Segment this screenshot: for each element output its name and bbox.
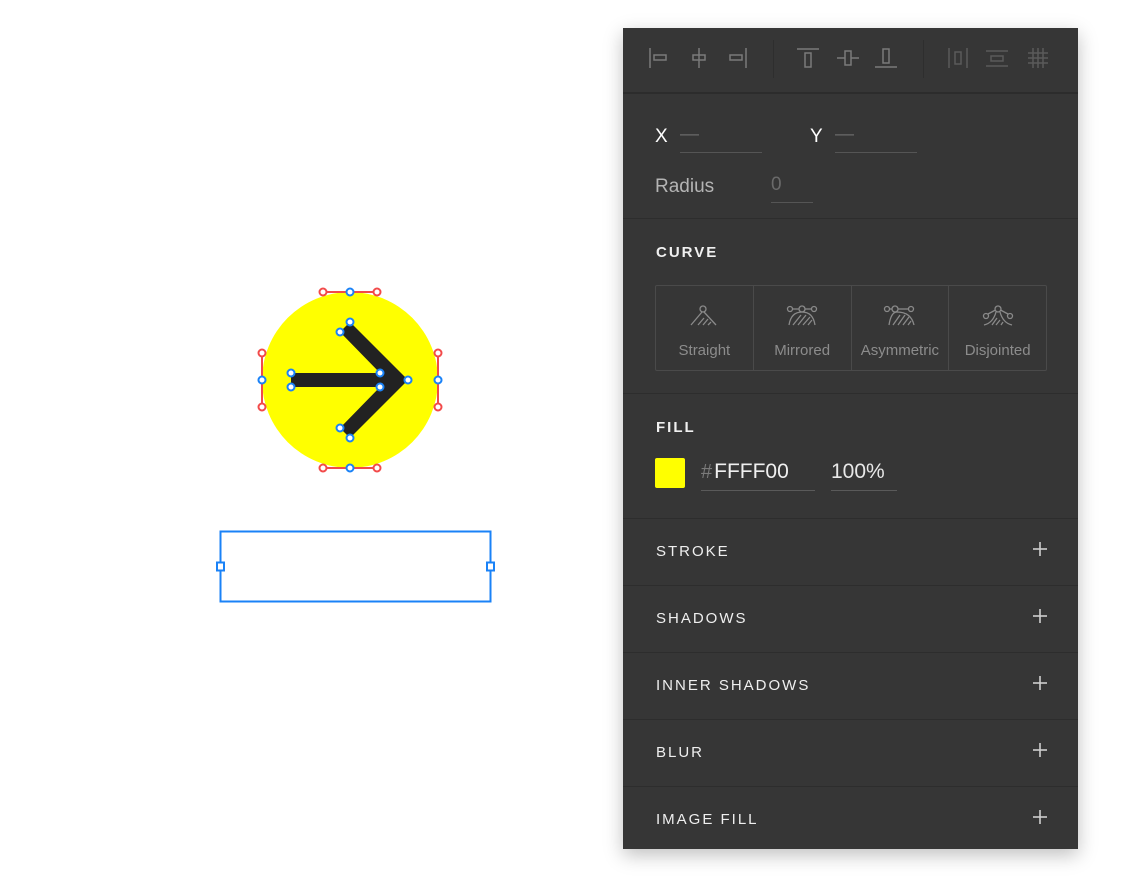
- anchor-point[interactable]: [286, 368, 296, 378]
- curve-option-disjointed[interactable]: Disjointed: [949, 286, 1046, 370]
- curve-option-straight[interactable]: Straight: [656, 286, 754, 370]
- curve-option-label: Asymmetric: [860, 342, 940, 359]
- collapsible-sections: STROKE SHADOWS INNER SHADOWS BLUR IMAGE …: [623, 519, 1078, 853]
- anchor-point[interactable]: [433, 375, 443, 385]
- curve-title: CURVE: [656, 244, 719, 261]
- toolbar-divider: [773, 40, 774, 78]
- image-fill-section[interactable]: IMAGE FILL: [623, 787, 1078, 853]
- distribute-horizontal-icon[interactable]: [945, 45, 971, 71]
- handle-point[interactable]: [433, 348, 443, 358]
- anchor-point[interactable]: [335, 327, 345, 337]
- plus-icon[interactable]: [1032, 742, 1048, 758]
- section-label: STROKE: [656, 543, 730, 560]
- align-right-icon[interactable]: [723, 45, 749, 71]
- grid-icon[interactable]: [1025, 45, 1051, 71]
- plus-icon[interactable]: [1032, 675, 1048, 691]
- resize-handle-right[interactable]: [486, 561, 495, 572]
- resize-handle-left[interactable]: [216, 561, 225, 572]
- position-section: X — Y — Radius 0: [623, 94, 1078, 219]
- radius-label: Radius: [655, 176, 715, 197]
- handle-point[interactable]: [433, 402, 443, 412]
- canvas-artwork: [216, 287, 495, 603]
- section-label: IMAGE FILL: [656, 811, 759, 828]
- align-left-icon[interactable]: [647, 45, 673, 71]
- mirrored-curve-icon: [786, 305, 818, 326]
- curve-option-mirrored[interactable]: Mirrored: [754, 286, 852, 370]
- distribute-vertical-icon[interactable]: [984, 45, 1010, 71]
- curve-section: CURVE Straight Mirrored Asymmetric Disjo…: [623, 219, 1078, 394]
- align-bottom-icon[interactable]: [873, 45, 899, 71]
- handle-point[interactable]: [372, 463, 382, 473]
- plus-icon[interactable]: [1032, 809, 1048, 825]
- fill-hex-value: FFFF00: [714, 460, 789, 483]
- curve-option-label: Mirrored: [774, 342, 831, 359]
- fill-opacity-input[interactable]: 100%: [831, 454, 897, 491]
- x-label: X: [655, 126, 668, 147]
- plus-icon[interactable]: [1032, 541, 1048, 557]
- anchor-point[interactable]: [257, 375, 267, 385]
- handle-point[interactable]: [257, 348, 267, 358]
- handle-point[interactable]: [257, 402, 267, 412]
- handle-point[interactable]: [372, 287, 382, 297]
- align-horizontal-center-icon[interactable]: [686, 45, 712, 71]
- asymmetric-curve-icon: [883, 305, 915, 326]
- stroke-section[interactable]: STROKE: [623, 519, 1078, 586]
- design-canvas[interactable]: [0, 0, 620, 880]
- anchor-point[interactable]: [375, 368, 385, 378]
- inner-shadows-section[interactable]: INNER SHADOWS: [623, 653, 1078, 720]
- anchor-point[interactable]: [345, 433, 355, 443]
- section-label: BLUR: [656, 744, 705, 761]
- section-label: SHADOWS: [656, 610, 748, 627]
- curve-option-label: Disjointed: [964, 342, 1031, 359]
- fill-title: FILL: [656, 419, 696, 436]
- anchor-point[interactable]: [403, 375, 413, 385]
- handle-point[interactable]: [318, 287, 328, 297]
- text-box-selection[interactable]: [216, 530, 495, 603]
- fill-color-swatch[interactable]: [655, 458, 685, 488]
- y-input[interactable]: —: [835, 122, 917, 153]
- curve-option-label: Straight: [678, 342, 731, 359]
- straight-curve-icon: [690, 305, 717, 326]
- disjointed-curve-icon: [982, 305, 1013, 326]
- section-label: INNER SHADOWS: [656, 677, 811, 694]
- anchor-point[interactable]: [375, 382, 385, 392]
- anchor-point[interactable]: [335, 423, 345, 433]
- handle-point[interactable]: [318, 463, 328, 473]
- x-input[interactable]: —: [680, 122, 762, 153]
- anchor-point[interactable]: [286, 382, 296, 392]
- anchor-point[interactable]: [345, 463, 355, 473]
- anchor-point[interactable]: [345, 317, 355, 327]
- y-label: Y: [810, 126, 823, 147]
- shadows-section[interactable]: SHADOWS: [623, 586, 1078, 653]
- fill-hex-input[interactable]: #FFFF00: [701, 454, 815, 491]
- align-vertical-center-icon[interactable]: [835, 45, 861, 71]
- curve-type-selector: Straight Mirrored Asymmetric Disjointed: [655, 285, 1047, 371]
- radius-input[interactable]: 0: [771, 172, 813, 203]
- align-top-icon[interactable]: [795, 45, 821, 71]
- inspector-panel: X — Y — Radius 0 CURVE Straight Mirrored…: [623, 28, 1078, 849]
- blur-section[interactable]: BLUR: [623, 720, 1078, 787]
- fill-section: FILL #FFFF00 100%: [623, 394, 1078, 519]
- anchor-point[interactable]: [345, 287, 355, 297]
- hash-prefix: #: [701, 461, 713, 483]
- alignment-toolbar: [623, 28, 1078, 94]
- toolbar-divider: [923, 40, 924, 78]
- curve-option-asymmetric[interactable]: Asymmetric: [852, 286, 950, 370]
- plus-icon[interactable]: [1032, 608, 1048, 624]
